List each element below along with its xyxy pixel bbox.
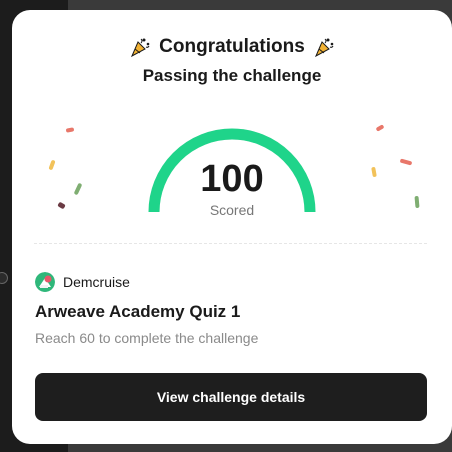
score-value: 100 <box>200 158 264 200</box>
confetti-piece <box>375 124 385 132</box>
confetti-piece <box>65 127 75 133</box>
view-challenge-details-button[interactable]: View challenge details <box>35 373 427 421</box>
confetti-piece <box>399 158 413 166</box>
party-popper-icon <box>129 36 151 58</box>
confetti-piece <box>73 182 83 196</box>
dialog-title: Congratulations <box>12 36 452 58</box>
divider <box>34 243 427 244</box>
dialog-subtitle: Passing the challenge <box>142 66 322 85</box>
score-label: Scored <box>209 202 255 218</box>
confetti-piece <box>371 166 377 178</box>
confetti-piece <box>414 195 420 209</box>
confetti-piece <box>57 201 66 210</box>
creator-avatar <box>35 272 55 292</box>
creator-name: Demcruise <box>63 274 130 290</box>
creator-row: Demcruise <box>35 272 130 292</box>
dialog-title-text: Congratulations <box>159 36 305 57</box>
quiz-title: Arweave Academy Quiz 1 <box>35 302 241 321</box>
challenge-requirement: Reach 60 to complete the challenge <box>35 330 259 346</box>
party-popper-icon <box>313 36 335 58</box>
challenge-result-dialog: Congratulations Passing the challenge 10… <box>12 10 452 444</box>
confetti-piece <box>48 159 56 171</box>
